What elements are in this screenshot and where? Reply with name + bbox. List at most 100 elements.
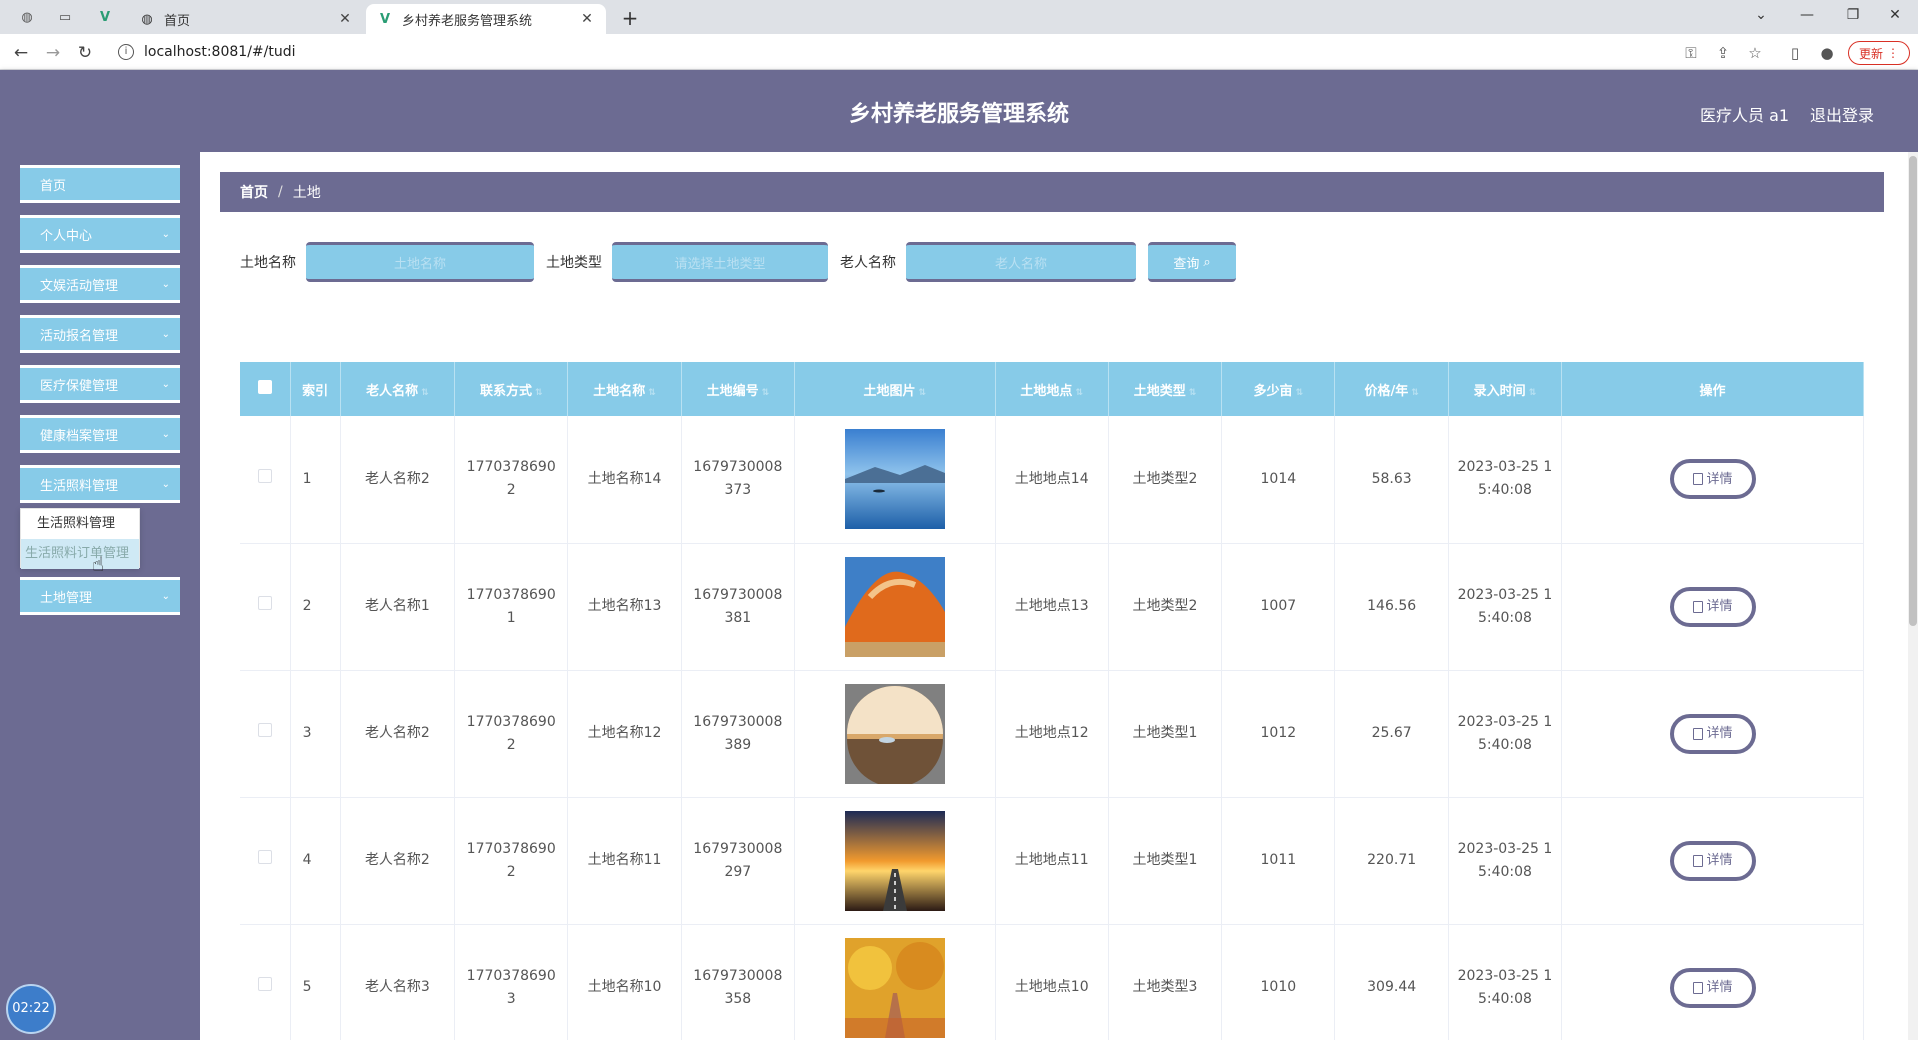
row-checkbox[interactable]: [257, 850, 272, 864]
side-panel-icon[interactable]: ▯: [1784, 42, 1806, 64]
row-checkbox[interactable]: [257, 596, 272, 610]
cell-price: 58.63: [1334, 416, 1449, 544]
sidebar-item-life-care[interactable]: 生活照料管理 ⌄: [20, 465, 180, 503]
column-header[interactable]: 老人名称 ⇅: [340, 362, 456, 416]
new-tab-icon[interactable]: +: [616, 4, 644, 32]
chevron-down-icon: ⌄: [161, 378, 170, 390]
sidebar-item-home[interactable]: 首页: [20, 165, 180, 203]
logout-link[interactable]: 退出登录: [1810, 102, 1874, 126]
row-select-cell[interactable]: [240, 543, 291, 671]
update-button[interactable]: 更新 ⋮: [1848, 41, 1910, 65]
reload-icon[interactable]: ↻: [72, 40, 98, 66]
column-header[interactable]: 土地地点 ⇅: [995, 362, 1109, 416]
key-icon[interactable]: ⚿: [1680, 42, 1702, 64]
timer-badge: 02:22: [6, 984, 56, 1034]
sidebar-item-land[interactable]: 土地管理 ⌄: [20, 577, 180, 615]
chrome-globe-icon[interactable]: ◍: [18, 8, 36, 26]
cell-land-code: 1679730008389: [681, 670, 796, 798]
select-all-checkbox[interactable]: [257, 380, 272, 394]
table-row: 4 老人名称2 17703786902 土地名称11 1679730008297 土地地点…: [240, 797, 1864, 925]
cell-land-code: 1679730008297: [681, 797, 796, 925]
select-all-header[interactable]: [240, 362, 291, 416]
minimize-icon[interactable]: —: [1784, 0, 1830, 30]
cell-land-type: 土地类型1: [1108, 670, 1223, 798]
sidebar-item-label: 个人中心: [40, 228, 93, 244]
document-icon: [1692, 600, 1703, 613]
restore-icon[interactable]: ❐: [1830, 0, 1876, 30]
sidebar-item-activity-signup[interactable]: 活动报名管理 ⌄: [20, 315, 180, 353]
row-select-cell[interactable]: [240, 797, 291, 925]
column-header[interactable]: 土地图片 ⇅: [794, 362, 996, 416]
profile-icon[interactable]: ●: [1816, 42, 1838, 64]
cell-price: 309.44: [1334, 924, 1449, 1040]
row-checkbox[interactable]: [257, 468, 272, 483]
detail-button[interactable]: 详情: [1669, 586, 1756, 627]
life-care-submenu: 生活照料管理 生活照料订单管理: [20, 508, 140, 569]
cell-land-image: [794, 670, 996, 798]
cell-land-code: 1679730008373: [681, 416, 796, 544]
cell-elder-name: 老人名称2: [340, 416, 456, 544]
sidebar-item-personal-center[interactable]: 个人中心 ⌄: [20, 215, 180, 253]
bookmark-star-icon[interactable]: ☆: [1744, 42, 1766, 64]
tab-home[interactable]: ◍ 首页 ✕: [128, 4, 364, 34]
sidebar-item-entertainment[interactable]: 文娱活动管理 ⌄: [20, 265, 180, 303]
column-header[interactable]: 联系方式 ⇅: [454, 362, 569, 416]
elder-name-label: 老人名称: [840, 255, 896, 271]
row-select-cell[interactable]: [240, 416, 291, 544]
sidebar-item-health-records[interactable]: 健康档案管理 ⌄: [20, 415, 180, 453]
detail-button[interactable]: 详情: [1669, 713, 1756, 754]
document-icon: [1692, 854, 1703, 867]
tab-active[interactable]: V 乡村养老服务管理系统 ✕: [366, 4, 606, 34]
breadcrumb-current: 土地: [292, 185, 321, 201]
column-header[interactable]: 价格/年 ⇅: [1334, 362, 1449, 416]
cell-time: 2023-03-25 15:40:08: [1448, 924, 1563, 1040]
scrollbar-thumb[interactable]: [1909, 156, 1917, 626]
cell-land-place: 土地地点12: [995, 670, 1109, 798]
table-row: 1 老人名称2 17703786902 土地名称14 1679730008373 土地地点…: [240, 416, 1864, 544]
submenu-item-life-care[interactable]: 生活照料管理: [21, 509, 139, 539]
chevron-down-icon: ⌄: [161, 328, 170, 340]
column-header[interactable]: 多少亩 ⇅: [1221, 362, 1336, 416]
url-field[interactable]: i localhost:8081/#/tudi: [108, 38, 1668, 66]
detail-button[interactable]: 详情: [1669, 840, 1756, 881]
close-window-icon[interactable]: ✕: [1872, 0, 1918, 30]
current-user: 医疗人员 a1: [1700, 106, 1790, 125]
sidebar-item-label: 文娱活动管理: [40, 278, 119, 294]
sidebar-item-label: 健康档案管理: [40, 428, 119, 444]
land-type-placeholder: 请选择土地类型: [674, 256, 766, 272]
back-icon[interactable]: ←: [8, 40, 34, 66]
submenu-item-life-care-orders[interactable]: 生活照料订单管理: [21, 539, 139, 569]
close-tab-icon[interactable]: ✕: [578, 11, 596, 27]
site-info-icon[interactable]: i: [118, 44, 134, 60]
column-header[interactable]: 土地类型 ⇅: [1108, 362, 1223, 416]
row-checkbox[interactable]: [257, 723, 272, 737]
share-icon[interactable]: ⇪: [1712, 42, 1734, 64]
cell-mu: 1014: [1221, 416, 1336, 544]
cell-land-type: 土地类型3: [1108, 924, 1223, 1040]
column-header[interactable]: 土地名称 ⇅: [567, 362, 682, 416]
land-type-select[interactable]: 请选择土地类型: [612, 242, 828, 282]
detail-button[interactable]: 详情: [1669, 967, 1756, 1008]
close-tab-icon[interactable]: ✕: [336, 11, 354, 27]
tab-search-icon[interactable]: ⌄: [1738, 0, 1784, 30]
query-button[interactable]: 查询 ⌕: [1148, 242, 1236, 282]
cell-phone: 17703786901: [454, 543, 569, 671]
sidebar-item-healthcare[interactable]: 医疗保健管理 ⌄: [20, 365, 180, 403]
row-select-cell[interactable]: [240, 670, 291, 798]
table-row: 2 老人名称1 17703786901 土地名称13 1679730008381 土地地点…: [240, 543, 1864, 671]
column-header[interactable]: 录入时间 ⇅: [1448, 362, 1563, 416]
cell-land-code: 1679730008358: [681, 924, 796, 1040]
land-table: 索引 老人名称 ⇅ 联系方式 ⇅ 土地名称 ⇅ 土地编号 ⇅ 土地图片 ⇅ 土地地点 ⇅ 土…: [240, 362, 1864, 1040]
land-name-input[interactable]: 土地名称: [306, 242, 534, 282]
column-header[interactable]: 土地编号 ⇅: [681, 362, 796, 416]
elder-name-input[interactable]: 老人名称: [906, 242, 1136, 282]
cell-phone: 17703786902: [454, 797, 569, 925]
forward-icon[interactable]: →: [40, 40, 66, 66]
pinned-tab-icon[interactable]: ▭: [56, 8, 74, 26]
vue-logo-icon[interactable]: V: [96, 8, 114, 26]
cell-actions: 详情: [1561, 670, 1864, 798]
row-select-cell[interactable]: [240, 924, 291, 1040]
row-checkbox[interactable]: [257, 977, 272, 991]
detail-button[interactable]: 详情: [1669, 459, 1756, 500]
breadcrumb-home[interactable]: 首页: [240, 182, 268, 202]
